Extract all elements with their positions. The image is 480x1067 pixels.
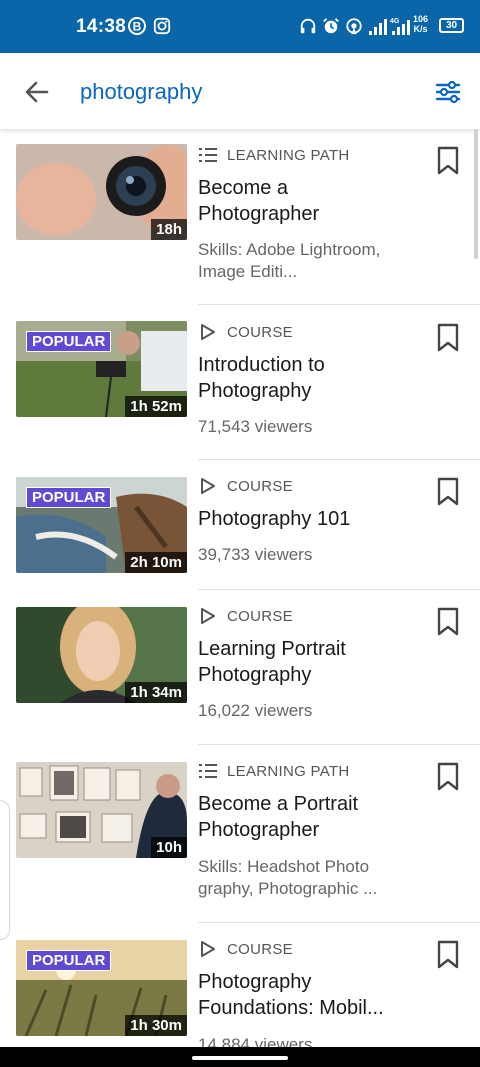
battery-icon: 30 bbox=[439, 18, 464, 33]
speed-value: 106 bbox=[413, 14, 429, 24]
system-nav-bar bbox=[0, 1047, 480, 1067]
viewer-count: 14,884 viewers bbox=[198, 1035, 313, 1047]
bookmark-icon[interactable] bbox=[436, 607, 460, 637]
duration-label: 1h 30m bbox=[125, 1015, 187, 1036]
list-item[interactable]: 18h LEARNING PATH Become a Photographer … bbox=[0, 129, 480, 305]
filter-sliders-icon[interactable] bbox=[430, 75, 466, 109]
content-type-label: LEARNING PATH bbox=[227, 146, 350, 164]
home-gesture-handle[interactable] bbox=[192, 1056, 288, 1060]
play-icon bbox=[201, 941, 215, 957]
alarm-icon bbox=[323, 18, 339, 34]
hotspot-icon bbox=[346, 18, 362, 35]
content-type: COURSE bbox=[198, 607, 293, 625]
viewer-count: 39,733 viewers bbox=[198, 545, 313, 564]
duration-label: 1h 34m bbox=[125, 682, 187, 703]
list-icon bbox=[199, 148, 217, 162]
thumbnail[interactable]: 1h 34m bbox=[16, 607, 187, 703]
search-app-bar: photography bbox=[0, 53, 480, 129]
thumbnail[interactable]: POPULAR 2h 10m bbox=[16, 477, 187, 573]
svg-text:B: B bbox=[133, 20, 142, 34]
signal-4g-icon: 4G bbox=[390, 18, 410, 35]
headphones-icon bbox=[300, 18, 316, 34]
content-type: COURSE bbox=[198, 323, 293, 341]
duration-label: 18h bbox=[151, 219, 187, 240]
result-title[interactable]: Learning Portrait Photography bbox=[198, 636, 413, 688]
content-type-label: COURSE bbox=[227, 477, 293, 495]
popular-badge: POPULAR bbox=[26, 331, 112, 352]
content-type-label: COURSE bbox=[227, 607, 293, 625]
bookmark-icon[interactable] bbox=[436, 477, 460, 507]
content-type: LEARNING PATH bbox=[198, 762, 350, 780]
thumbnail[interactable]: POPULAR 1h 52m bbox=[16, 321, 187, 417]
popular-badge: POPULAR bbox=[26, 950, 112, 971]
thumbnail[interactable]: POPULAR 1h 30m bbox=[16, 940, 187, 1036]
viewer-count: 16,022 viewers bbox=[198, 701, 313, 720]
edge-panel-handle[interactable] bbox=[0, 800, 10, 940]
list-item[interactable]: POPULAR 1h 30m COURSE Photography Founda… bbox=[0, 923, 480, 1047]
network-speed: 106 K/s bbox=[413, 14, 428, 34]
result-title[interactable]: Photography 101 bbox=[198, 506, 413, 532]
signal-icon bbox=[369, 19, 387, 35]
content-type: LEARNING PATH bbox=[198, 146, 350, 164]
duration-label: 10h bbox=[151, 837, 187, 858]
play-icon bbox=[201, 478, 215, 494]
arrow-left-icon[interactable] bbox=[20, 75, 54, 109]
list-item[interactable]: 10h LEARNING PATH Become a Portrait Phot… bbox=[0, 745, 480, 923]
result-title[interactable]: Photography Foundations: Mobil... bbox=[198, 969, 413, 1021]
speed-unit: K/s bbox=[413, 24, 428, 34]
duration-label: 1h 52m bbox=[125, 396, 187, 417]
content-type: COURSE bbox=[198, 477, 293, 495]
result-title[interactable]: Become a Portrait Photographer bbox=[198, 791, 413, 843]
bookmark-icon[interactable] bbox=[436, 146, 460, 176]
bookmark-icon[interactable] bbox=[436, 762, 460, 792]
search-results-list[interactable]: 18h LEARNING PATH Become a Photographer … bbox=[0, 129, 480, 1047]
list-item[interactable]: POPULAR 1h 52m COURSE Introduction to Ph… bbox=[0, 305, 480, 460]
battery-level: 30 bbox=[445, 20, 458, 31]
thumbnail[interactable]: 10h bbox=[16, 762, 187, 858]
bookmark-icon[interactable] bbox=[436, 323, 460, 353]
content-type-label: LEARNING PATH bbox=[227, 762, 350, 780]
status-time: 14:38 bbox=[76, 16, 127, 37]
content-type-label: COURSE bbox=[227, 323, 293, 341]
result-title[interactable]: Become a Photographer bbox=[198, 175, 413, 227]
status-bar: 14:38 B 4G 106 K/s 30 bbox=[0, 0, 480, 53]
viewer-count: 71,543 viewers bbox=[198, 417, 313, 436]
list-icon bbox=[199, 764, 217, 778]
scrollbar[interactable] bbox=[474, 129, 478, 259]
thumbnail[interactable]: 18h bbox=[16, 144, 187, 240]
result-skills: Skills: Headshot Photo graphy, Photograp… bbox=[198, 857, 378, 898]
list-item[interactable]: POPULAR 2h 10m COURSE Photography 101 39… bbox=[0, 460, 480, 590]
search-query[interactable]: photography bbox=[80, 79, 202, 105]
svg-text:4G: 4G bbox=[390, 18, 400, 25]
content-type: COURSE bbox=[198, 940, 293, 958]
duration-label: 2h 10m bbox=[125, 552, 187, 573]
b-badge-icon: B bbox=[128, 17, 146, 35]
content-type-label: COURSE bbox=[227, 940, 293, 958]
result-skills: Skills: Adobe Lightroom, Image Editi... bbox=[198, 240, 381, 281]
play-icon bbox=[201, 608, 215, 624]
bookmark-icon[interactable] bbox=[436, 940, 460, 970]
result-title[interactable]: Introduction to Photography bbox=[198, 352, 413, 404]
popular-badge: POPULAR bbox=[26, 487, 112, 508]
play-icon bbox=[201, 324, 215, 340]
instagram-icon bbox=[153, 17, 171, 35]
